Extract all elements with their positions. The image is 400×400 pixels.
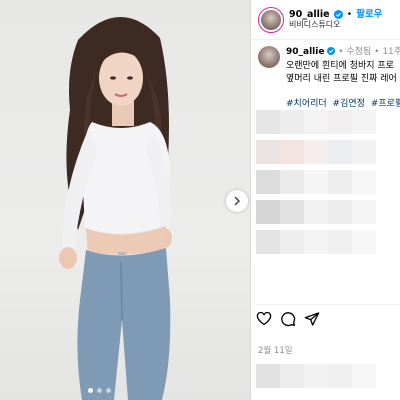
hashtag-link[interactable]: #프로필 — [371, 99, 400, 109]
carousel-dot — [106, 388, 111, 393]
action-bar — [256, 304, 400, 328]
carousel-next-button[interactable] — [226, 190, 248, 212]
chevron-right-icon — [234, 196, 241, 206]
post-time[interactable]: 11주 — [382, 47, 400, 57]
caption-line: 오랜만에 흰티에 청바지 프로 — [286, 60, 394, 71]
verified-badge-icon — [327, 47, 336, 55]
heart-icon[interactable] — [256, 311, 272, 326]
caption-line: 옆머리 내린 프로필 진짜 레어 — [286, 74, 397, 84]
avatar[interactable] — [258, 6, 284, 33]
location-link[interactable]: 비비디스튜디오 — [289, 20, 382, 30]
caption-username[interactable]: 90_allie — [286, 47, 324, 57]
caption-avatar[interactable] — [258, 46, 280, 68]
separator: • — [346, 9, 353, 20]
hashtag-list: #치어리더 #김연정 #프로필 — [286, 96, 400, 109]
comment-icon[interactable] — [280, 311, 296, 327]
caption: 90_allie • 수정됨 • 11주 오랜만에 흰티에 청바지 프로 옆머리… — [258, 46, 400, 87]
carousel-dot — [88, 388, 93, 393]
edited-label: 수정됨 — [346, 47, 372, 57]
username-link[interactable]: 90_allie — [289, 9, 330, 20]
follow-button[interactable]: 팔로우 — [356, 9, 382, 20]
post-image[interactable] — [0, 0, 250, 400]
carousel-dots — [88, 388, 111, 393]
hashtag-link[interactable]: #치어리더 — [286, 99, 327, 109]
woman-photo — [59, 16, 172, 400]
hashtag-link[interactable]: #김연정 — [333, 99, 365, 109]
verified-badge-icon — [333, 10, 343, 20]
separator: • — [374, 47, 380, 57]
carousel-dot — [97, 388, 102, 393]
comment-input-blurred — [256, 364, 376, 394]
send-icon[interactable] — [304, 311, 320, 327]
comments-blurred — [256, 110, 400, 260]
separator: • — [338, 47, 344, 57]
post-header: 90_allie • 팔로우 비비디스튜디오 — [251, 0, 400, 40]
post-date: 2월 11일 — [258, 346, 293, 356]
